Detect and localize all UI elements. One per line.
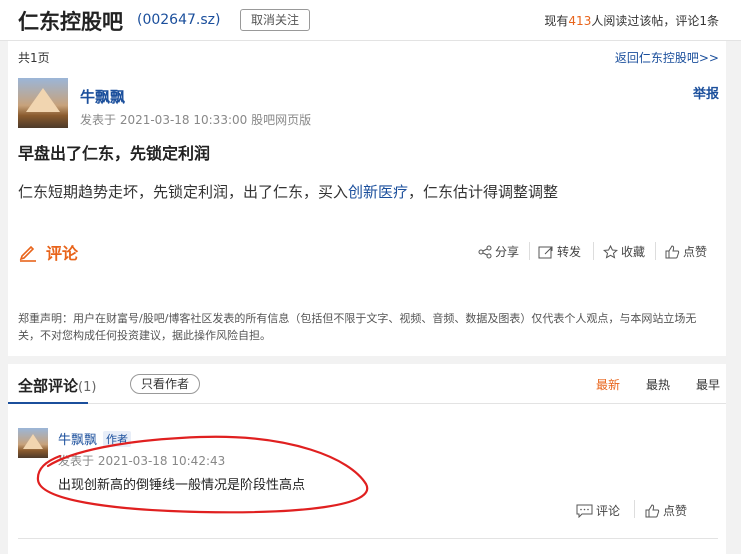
reply-like-label: 点赞 <box>663 504 688 518</box>
author-only-button[interactable]: 只看作者 <box>130 374 200 394</box>
share-label: 分享 <box>495 245 520 259</box>
comment-label: 评论 <box>46 244 79 263</box>
reply-like-button[interactable]: 点赞 <box>645 502 687 519</box>
pencil-icon <box>19 245 36 262</box>
reply-avatar[interactable] <box>18 428 48 458</box>
thumbs-up-icon <box>665 244 680 258</box>
repost-label: 转发 <box>557 245 582 259</box>
author-tag: 作者 <box>103 430 132 447</box>
stock-link[interactable]: 创新医疗 <box>348 183 408 201</box>
all-comments-count: (1) <box>78 380 97 395</box>
reply-author-row: 牛飘飘 作者 <box>58 429 132 448</box>
action-separator <box>634 500 635 518</box>
stats-suffix: 条 <box>706 14 719 28</box>
all-comments-tab[interactable]: 全部评论(1) <box>18 375 96 396</box>
reply-author-name[interactable]: 牛飘飘 <box>58 429 97 448</box>
author-name[interactable]: 牛飘飘 <box>80 86 125 107</box>
favorite-button[interactable]: 收藏 <box>603 243 645 260</box>
comment-count: 1 <box>699 14 707 28</box>
comment-button[interactable]: 评论 <box>18 240 78 264</box>
action-separator <box>529 242 530 260</box>
read-stats: 现有413人阅读过该帖，评论1条 <box>544 12 719 29</box>
share-button[interactable]: 分享 <box>478 243 519 260</box>
star-icon <box>603 244 618 259</box>
avatar-peak <box>23 434 43 449</box>
repost-icon <box>538 246 553 258</box>
disclaimer: 郑重声明：用户在财富号/股吧/博客社区发表的所有信息（包括但不限于文字、视频、音… <box>18 312 697 342</box>
page-count: 共1页 <box>18 51 50 65</box>
reply-comment-button[interactable]: 评论 <box>576 502 620 519</box>
avatar-peak <box>26 88 60 112</box>
action-separator <box>593 242 594 260</box>
reply-comment-label: 评论 <box>596 504 621 518</box>
forum-title[interactable]: 仁东控股吧 <box>18 6 123 36</box>
sort-hottest[interactable]: 最热 <box>646 376 670 393</box>
sort-newest[interactable]: 最新 <box>596 376 620 393</box>
favorite-label: 收藏 <box>621 245 646 259</box>
stats-prefix: 现有 <box>544 14 569 28</box>
post-meta: 发表于 2021-03-18 10:33:00 股吧网页版 <box>80 113 312 127</box>
read-count: 413 <box>568 14 592 28</box>
reply-meta: 发表于 2021-03-18 10:42:43 <box>58 454 226 468</box>
action-separator <box>655 242 656 260</box>
tabs-divider <box>8 403 726 404</box>
like-label: 点赞 <box>683 245 708 259</box>
top-header: 仁东控股吧 (002647.sz) 取消关注 现有413人阅读过该帖，评论1条 <box>0 0 741 41</box>
post-body: 仁东短期趋势走坏，先锁定利润，出了仁东，买入创新医疗，仁东估计得调整调整 <box>18 181 558 202</box>
sort-earliest[interactable]: 最早 <box>696 376 720 393</box>
post-body-text-end: ，仁东估计得调整调整 <box>408 183 559 201</box>
back-to-forum-link[interactable]: 返回仁东控股吧>> <box>615 49 719 66</box>
stock-code[interactable]: (002647.sz) <box>137 12 220 28</box>
all-comments-label: 全部评论 <box>18 377 79 395</box>
like-button[interactable]: 点赞 <box>665 243 707 260</box>
active-tab-indicator <box>8 402 88 404</box>
stats-mid: 人阅读过该帖，评论 <box>591 14 700 28</box>
author-avatar[interactable] <box>18 78 68 128</box>
thumbs-up-icon <box>645 503 660 517</box>
report-button[interactable]: 举报 <box>693 83 719 102</box>
comment-icon <box>576 504 593 518</box>
post-body-text: 仁东短期趋势走坏，先锁定利润，出了仁东，买入 <box>18 183 349 201</box>
repost-button[interactable]: 转发 <box>538 243 581 260</box>
share-icon <box>478 245 492 258</box>
post-title: 早盘出了仁东，先锁定利润 <box>18 144 211 163</box>
bottom-divider <box>18 538 718 539</box>
reply-text: 出现创新高的倒锤线一般情况是阶段性高点 <box>58 478 306 493</box>
unfollow-button[interactable]: 取消关注 <box>240 9 310 31</box>
